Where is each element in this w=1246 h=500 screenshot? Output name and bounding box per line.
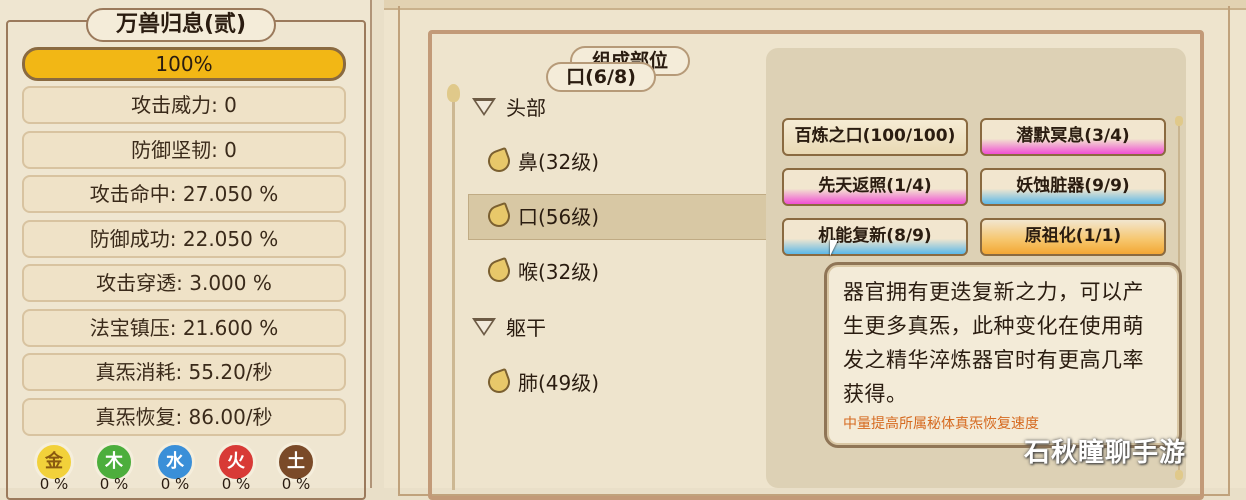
stat-qi-recovery: 真炁恢复: 86.00/秒 <box>22 398 346 436</box>
stat-defense-toughness: 防御坚韧: 0 <box>22 131 346 169</box>
element-wood-pct: 0 % <box>99 475 129 493</box>
organ-item-mouth[interactable]: 口(56级) <box>484 201 600 230</box>
tooltip-description: 器官拥有更迭复新之力，可以产生更多真炁，此种变化在使用萌发之精华淬炼器官时有更高… <box>843 280 1144 406</box>
category-torso[interactable]: 躯干 <box>472 312 546 341</box>
element-earth-pct: 0 % <box>281 475 311 493</box>
organ-item-lung[interactable]: 肺(49级) <box>484 367 600 396</box>
organ-icon <box>484 201 514 230</box>
skills-title: 口(6/8) <box>546 62 656 92</box>
category-label: 头部 <box>506 96 546 120</box>
stat-hit-rate: 攻击命中: 27.050 % <box>22 175 346 213</box>
category-head[interactable]: 头部 <box>472 92 546 121</box>
organ-icon <box>484 146 514 175</box>
expand-triangle-icon[interactable] <box>472 97 496 116</box>
stat-attack-power: 攻击威力: 0 <box>22 86 346 124</box>
panel-title: 万兽归息(贰) <box>86 8 276 42</box>
skill-button-1[interactable]: 百炼之口(100/100) <box>782 118 968 156</box>
mouse-cursor-icon <box>830 240 838 256</box>
element-fire-pct: 0 % <box>221 475 251 493</box>
scroll-down-icon[interactable] <box>1175 470 1183 480</box>
scroll-knob-icon[interactable] <box>447 84 460 102</box>
skill-button-2[interactable]: 潜默冥息(3/4) <box>980 118 1166 156</box>
element-metal-pct: 0 % <box>39 475 69 493</box>
skill-tooltip: 器官拥有更迭复新之力，可以产生更多真炁，此种变化在使用萌发之精华淬炼器官时有更高… <box>824 262 1182 448</box>
organ-label: 喉(32级) <box>518 260 600 284</box>
element-water-pct: 0 % <box>160 475 190 493</box>
organ-label: 肺(49级) <box>518 371 600 395</box>
skill-button-4[interactable]: 妖蚀脏器(9/9) <box>980 168 1166 206</box>
stat-penetration: 攻击穿透: 3.000 % <box>22 264 346 302</box>
progress-bar: 100% <box>22 47 346 81</box>
organ-item-throat[interactable]: 喉(32级) <box>484 256 600 285</box>
category-label: 躯干 <box>506 316 546 340</box>
watermark: 石秋瞳聊手游 <box>1024 438 1187 468</box>
stats-panel: 万兽归息(贰) 100% 攻击威力: 0 防御坚韧: 0 攻击命中: 27.05… <box>0 0 372 500</box>
organ-icon <box>484 367 514 396</box>
scroll-up-icon[interactable] <box>1175 116 1183 126</box>
organ-item-nose[interactable]: 鼻(32级) <box>484 146 600 175</box>
stat-qi-consumption: 真炁消耗: 55.20/秒 <box>22 353 346 391</box>
skill-button-6[interactable]: 原祖化(1/1) <box>980 218 1166 256</box>
skill-button-5[interactable]: 机能复新(8/9) <box>782 218 968 256</box>
tooltip-effect: 中量提高所属秘体真炁恢复速度 <box>843 416 1039 432</box>
stat-artifact-suppress: 法宝镇压: 21.600 % <box>22 309 346 347</box>
organ-label: 鼻(32级) <box>518 150 600 174</box>
organ-icon <box>484 256 514 285</box>
skill-button-3[interactable]: 先天返照(1/4) <box>782 168 968 206</box>
tree-scrollbar[interactable] <box>452 90 455 490</box>
stat-defense-success: 防御成功: 22.050 % <box>22 220 346 258</box>
expand-triangle-icon[interactable] <box>472 317 496 336</box>
organ-label: 口(56级) <box>518 205 600 229</box>
